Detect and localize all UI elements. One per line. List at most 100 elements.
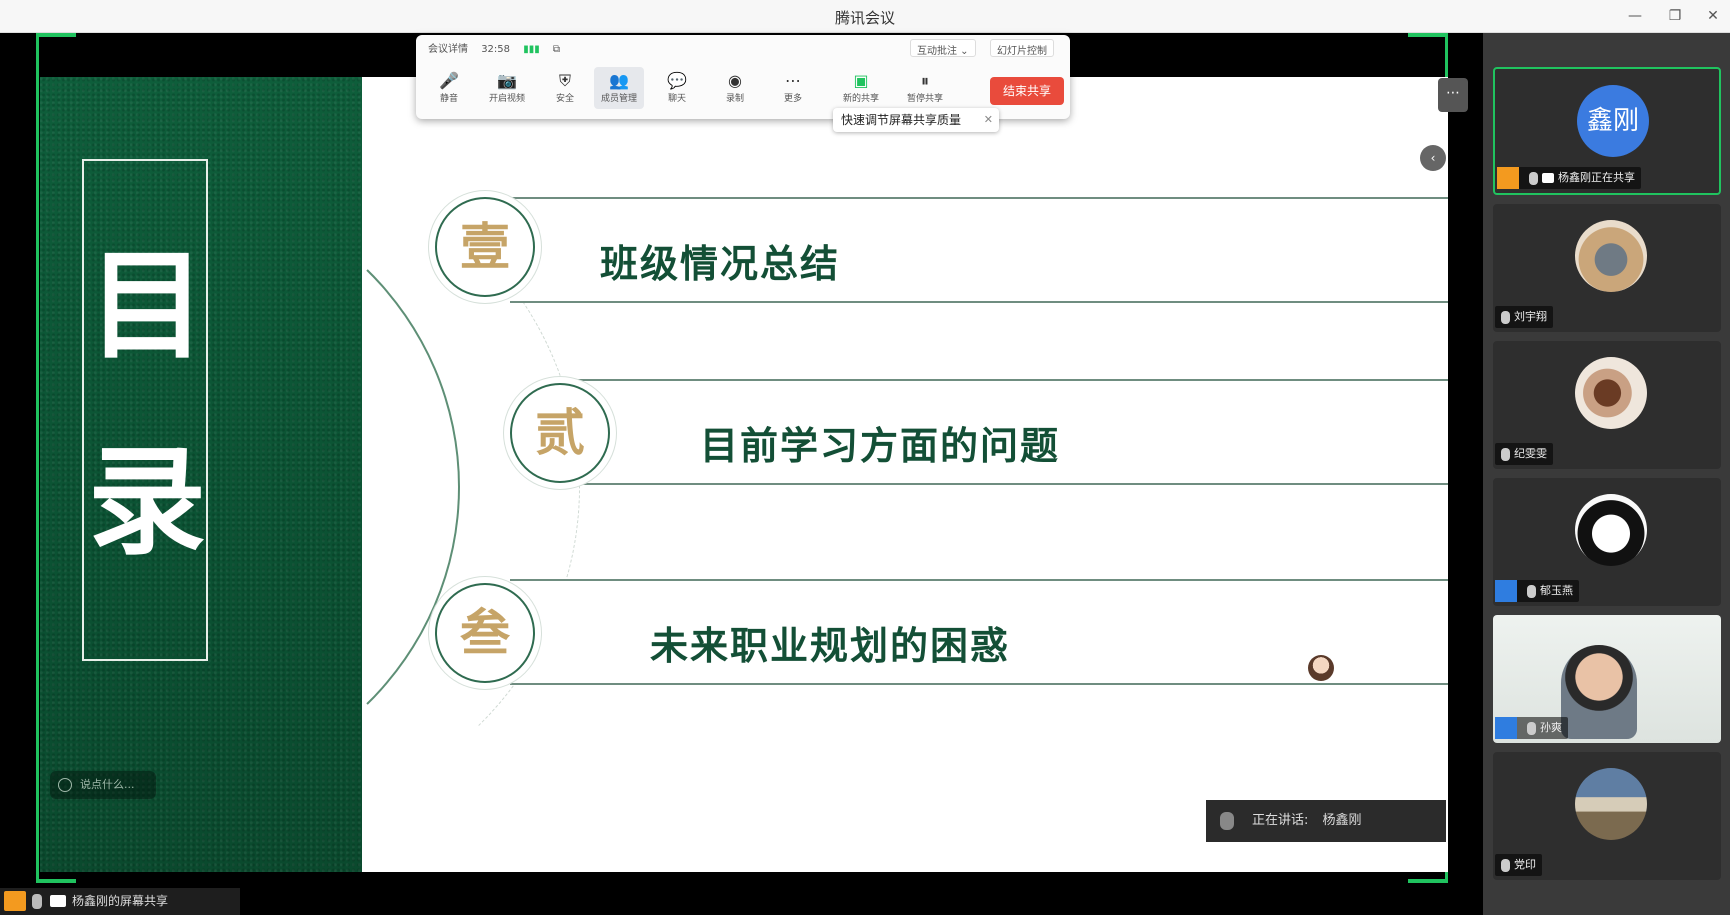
participants-panel: 鑫刚 杨鑫刚正在共享 刘宇翔 纪雯雯 郁玉燕 孙爽 党印 (1483, 33, 1730, 915)
chat-button[interactable]: 💬 聊天 (652, 71, 702, 104)
microphone-icon (1501, 447, 1510, 461)
shield-icon: ⛨ (558, 71, 571, 90)
avatar: 鑫刚 (1577, 85, 1649, 157)
stop-share-button[interactable]: 结束共享 (990, 77, 1064, 105)
participant-nameplate: 郁玉燕 (1495, 580, 1579, 602)
meeting-info[interactable]: 会议详情 32:58 ▮▮▮ ⧉ (428, 40, 570, 55)
camera-icon: 📷 (497, 71, 517, 90)
share-status-bar: 杨鑫刚的屏幕共享 (0, 888, 240, 915)
participant-tile[interactable]: 郁玉燕 (1493, 478, 1721, 606)
speaking-indicator: 正在讲话: 杨鑫刚 (1206, 800, 1446, 842)
toc-badge-text: 叁 (460, 604, 510, 662)
pause-share-button[interactable]: ⏸ 暂停共享 (900, 71, 950, 104)
share-border-corner (36, 33, 76, 37)
participant-name: 刘宇翔 (1514, 310, 1547, 323)
new-share-button[interactable]: ▣ 新的共享 (836, 71, 886, 104)
annotation-button[interactable]: 互动批注 ⌄ (910, 39, 976, 57)
video-button[interactable]: 📷 开启视频 (482, 71, 532, 104)
participant-name: 党印 (1514, 858, 1536, 871)
slide-control-label: 幻灯片控制 (997, 46, 1047, 57)
title-bar: 腾讯会议 — ❐ ✕ (0, 0, 1730, 33)
presenter-avatar (1308, 655, 1334, 681)
tool-label: 聊天 (667, 94, 686, 104)
signal-icon: ▮▮▮ (523, 44, 540, 55)
microphone-icon: 🎤 (439, 71, 459, 90)
minimize-icon[interactable]: — (1620, 4, 1650, 28)
participant-nameplate: 孙爽 (1495, 717, 1568, 739)
microphone-icon (1501, 310, 1510, 324)
share-border-corner (36, 879, 76, 883)
speaking-name: 杨鑫刚 (1322, 813, 1362, 828)
speaking-label: 正在讲话: (1252, 813, 1309, 828)
participant-tile[interactable]: 刘宇翔 (1493, 204, 1721, 332)
participant-person (1561, 645, 1637, 739)
toc-item-text: 目前学习方面的问题 (700, 424, 1061, 468)
screen-share-icon (1542, 173, 1554, 183)
participants-button[interactable]: 👥 成员管理 (594, 67, 644, 109)
microphone-icon (1220, 812, 1234, 830)
record-icon: ◉ (728, 71, 742, 90)
participant-nameplate: 党印 (1495, 854, 1542, 876)
participant-name: 纪雯雯 (1514, 447, 1547, 460)
tool-label: 安全 (555, 94, 574, 104)
tool-label: 更多 (783, 94, 802, 104)
avatar (1575, 220, 1647, 292)
cohost-icon (1495, 580, 1517, 602)
share-quality-tip[interactable]: 快速调节屏幕共享质量 ✕ (833, 108, 999, 132)
avatar (1575, 494, 1647, 566)
toc-badge: 壹 (435, 197, 535, 297)
maximize-icon[interactable]: ❐ (1660, 4, 1690, 28)
microphone-icon (1527, 721, 1536, 735)
microphone-icon (32, 894, 42, 909)
more-icon[interactable]: ⋯ (1438, 78, 1468, 112)
record-button[interactable]: ◉ 录制 (710, 71, 760, 104)
slide-control-button[interactable]: 幻灯片控制 (990, 39, 1054, 57)
toc-item: 目前学习方面的问题 (570, 379, 1448, 485)
annotation-label: 互动批注 (917, 46, 957, 57)
chat-icon: 💬 (667, 71, 687, 90)
microphone-icon (1501, 858, 1510, 872)
participant-tile[interactable]: 纪雯雯 (1493, 341, 1721, 469)
share-border-corner (1408, 879, 1448, 883)
participant-nameplate: 杨鑫刚正在共享 (1497, 167, 1641, 189)
toc-item: 班级情况总结 (510, 197, 1448, 303)
close-icon[interactable]: ✕ (984, 108, 993, 132)
toc-item-text: 班级情况总结 (600, 242, 841, 286)
tool-label: 静音 (439, 94, 458, 104)
close-icon[interactable]: ✕ (1698, 4, 1728, 28)
toc-badge: 叁 (435, 583, 535, 683)
meeting-window: 腾讯会议 — ❐ ✕ 目 录 说点什么... 班级情况总结 目前学习方面的问题 (0, 0, 1730, 915)
meeting-toolbar: 会议详情 32:58 ▮▮▮ ⧉ 互动批注 ⌄ 幻灯片控制 🎤 静音 📷 开启视频 … (416, 35, 1070, 119)
host-icon (1497, 167, 1519, 189)
meeting-details-link[interactable]: 会议详情 (428, 44, 468, 55)
screen-share-icon (50, 895, 66, 907)
avatar (1575, 357, 1647, 429)
toc-badge-text: 贰 (535, 404, 585, 462)
participant-tile[interactable]: 孙爽 (1493, 615, 1721, 743)
participant-name: 郁玉燕 (1540, 584, 1573, 597)
toc-badge: 贰 (510, 383, 610, 483)
tool-label: 成员管理 (600, 94, 637, 104)
meeting-timer: 32:58 (481, 44, 511, 55)
security-button[interactable]: ⛨ 安全 (540, 71, 590, 104)
more-icon: ⋯ (785, 71, 801, 90)
external-link-icon[interactable]: ⧉ (553, 44, 560, 55)
mute-button[interactable]: 🎤 静音 (424, 71, 474, 104)
tip-text: 快速调节屏幕共享质量 (841, 113, 962, 127)
cohost-icon (1495, 717, 1517, 739)
participant-nameplate: 刘宇翔 (1495, 306, 1553, 328)
share-status-text: 杨鑫刚的屏幕共享 (72, 894, 169, 908)
participants-icon: 👥 (609, 71, 629, 90)
tool-label: 暂停共享 (906, 94, 943, 104)
participant-nameplate: 纪雯雯 (1495, 443, 1553, 465)
collapse-panel-icon[interactable]: ‹ (1420, 145, 1446, 171)
pause-share-icon: ⏸ (920, 71, 929, 90)
presentation-slide: 目 录 说点什么... 班级情况总结 目前学习方面的问题 未来职业规划的困惑 壹… (40, 77, 1448, 872)
participant-tile[interactable]: 鑫刚 杨鑫刚正在共享 (1493, 67, 1721, 195)
toc-badge-text: 壹 (460, 218, 510, 276)
more-button[interactable]: ⋯ 更多 (768, 71, 818, 104)
participant-tile[interactable]: 党印 (1493, 752, 1721, 880)
new-share-icon: ▣ (853, 71, 869, 90)
microphone-icon (1529, 171, 1538, 185)
window-title: 腾讯会议 (834, 9, 895, 27)
